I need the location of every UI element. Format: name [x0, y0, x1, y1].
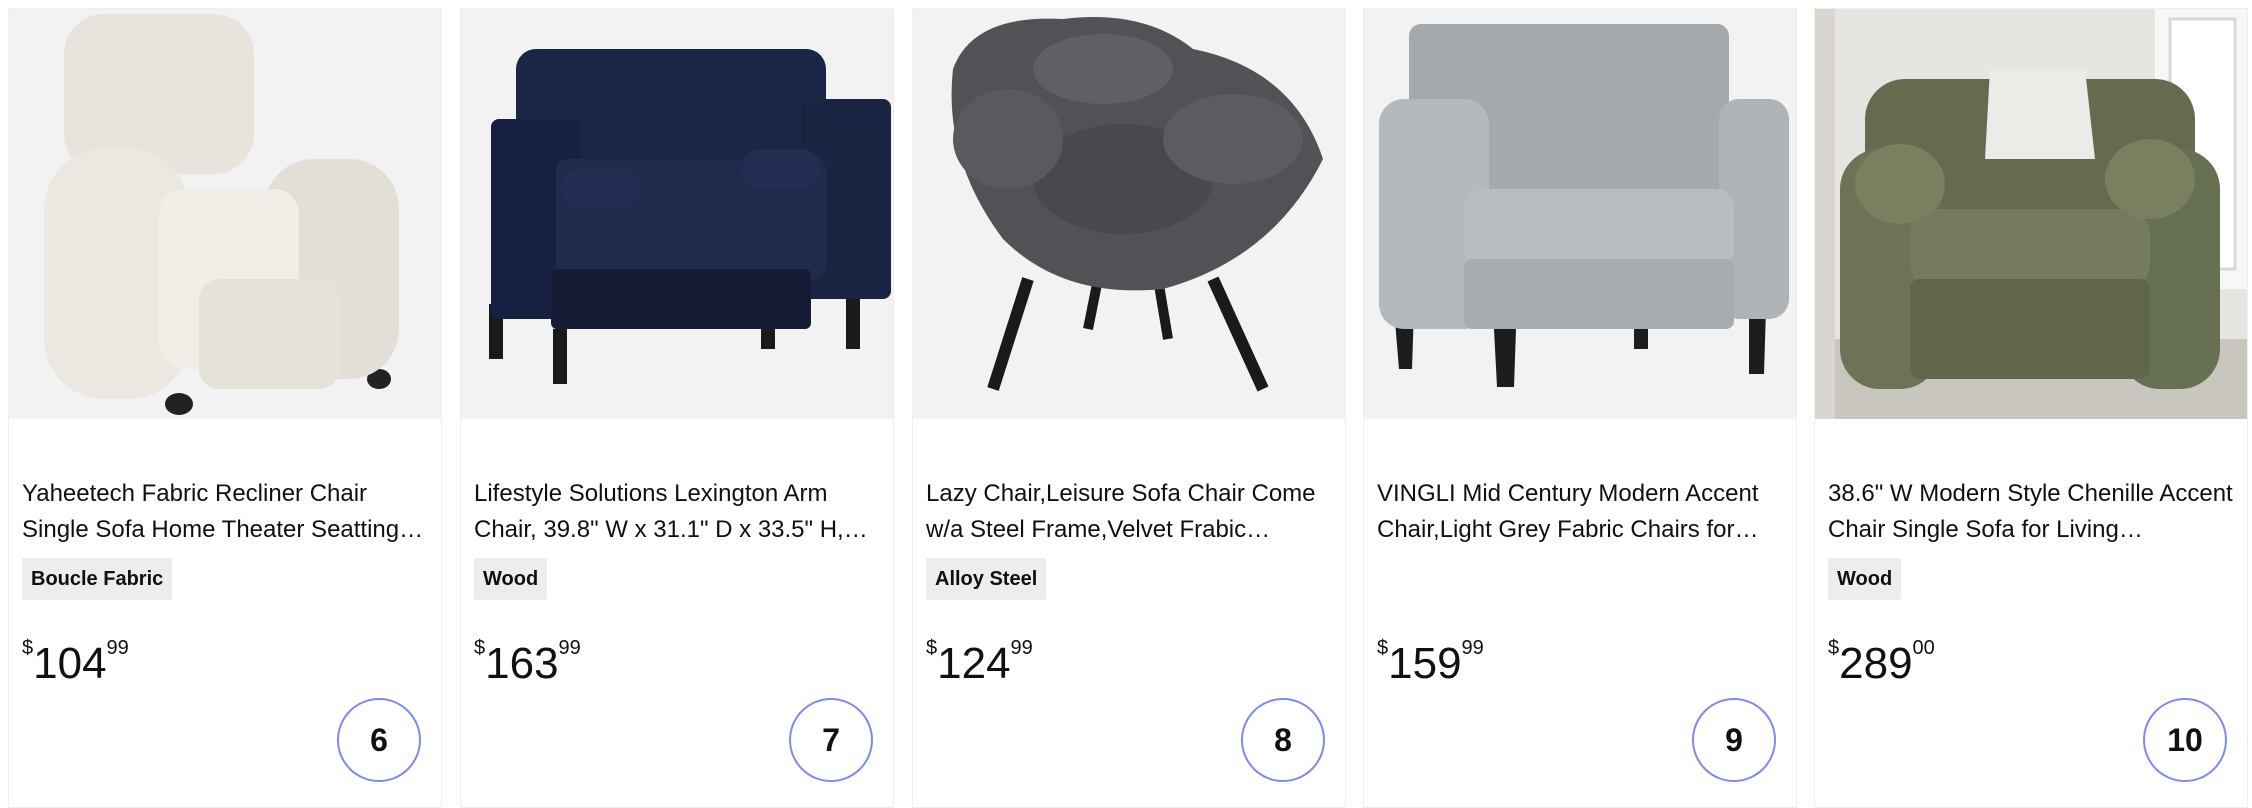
product-card[interactable]: Lazy Chair,Leisure Sofa Chair Come w/a S… [912, 8, 1346, 808]
product-title[interactable]: Yaheetech Fabric Recliner Chair Single S… [22, 476, 427, 548]
product-price: $15999 [1377, 637, 1484, 686]
material-badge: Wood [1828, 558, 1902, 600]
price-whole: 159 [1388, 639, 1462, 688]
rank-badge: 10 [2143, 698, 2227, 782]
product-carousel: Yaheetech Fabric Recliner Chair Single S… [0, 0, 2252, 808]
product-image[interactable] [1815, 9, 2247, 419]
rank-badge: 8 [1241, 698, 1325, 782]
product-card[interactable]: Yaheetech Fabric Recliner Chair Single S… [8, 8, 442, 808]
product-image[interactable] [461, 9, 893, 419]
product-price: $10499 [22, 637, 129, 686]
rank-badge: 6 [337, 698, 421, 782]
product-price: $28900 [1828, 637, 1935, 686]
price-whole: 124 [937, 639, 1011, 688]
product-card[interactable]: Lifestyle Solutions Lexington Arm Chair,… [460, 8, 894, 808]
price-symbol: $ [474, 637, 486, 659]
product-image[interactable] [913, 9, 1345, 419]
rank-badge: 9 [1692, 698, 1776, 782]
product-card[interactable]: VINGLI Mid Century Modern Accent Chair,L… [1363, 8, 1797, 808]
price-fraction: 99 [1010, 637, 1033, 659]
price-whole: 163 [485, 639, 559, 688]
material-badge: Wood [474, 558, 548, 600]
accent-chair-image [1364, 9, 1796, 419]
rank-badge: 7 [789, 698, 873, 782]
product-title[interactable]: VINGLI Mid Century Modern Accent Chair,L… [1377, 476, 1782, 548]
material-badge: Boucle Fabric [22, 558, 173, 600]
product-price: $12499 [926, 637, 1033, 686]
price-fraction: 99 [558, 637, 581, 659]
product-image[interactable] [9, 9, 441, 419]
price-whole: 289 [1839, 639, 1913, 688]
product-price: $16399 [474, 637, 581, 686]
arm-chair-image [461, 9, 893, 419]
price-symbol: $ [1377, 637, 1389, 659]
chenille-chair-image [1815, 9, 2247, 419]
material-badge: Alloy Steel [926, 558, 1047, 600]
price-fraction: 99 [1461, 637, 1484, 659]
price-whole: 104 [33, 639, 107, 688]
product-title[interactable]: 38.6" W Modern Style Chenille Accent Cha… [1828, 476, 2233, 548]
price-symbol: $ [1828, 637, 1840, 659]
price-fraction: 99 [106, 637, 129, 659]
product-title[interactable]: Lifestyle Solutions Lexington Arm Chair,… [474, 476, 879, 548]
price-symbol: $ [22, 637, 34, 659]
recliner-chair-image [9, 9, 441, 419]
lazy-chair-image [913, 9, 1345, 419]
product-card[interactable]: 38.6" W Modern Style Chenille Accent Cha… [1814, 8, 2248, 808]
price-symbol: $ [926, 637, 938, 659]
price-fraction: 00 [1912, 637, 1935, 659]
product-title[interactable]: Lazy Chair,Leisure Sofa Chair Come w/a S… [926, 476, 1331, 548]
product-image[interactable] [1364, 9, 1796, 419]
